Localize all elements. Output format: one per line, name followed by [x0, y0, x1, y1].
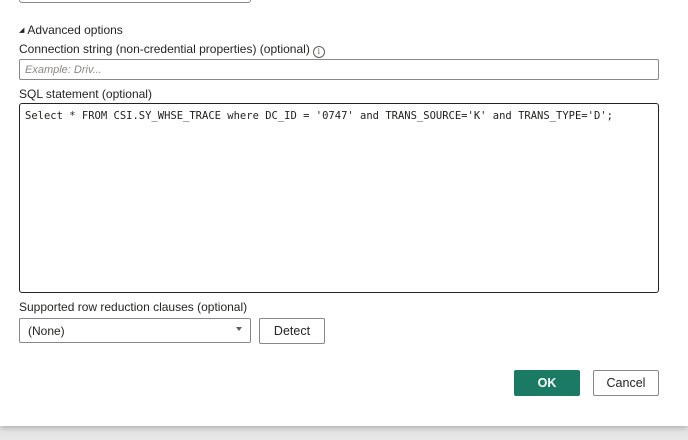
- collapse-triangle-icon: ◢: [19, 27, 25, 34]
- sql-statement-label: SQL statement (optional): [19, 87, 152, 101]
- detect-button[interactable]: Detect: [259, 318, 325, 344]
- advanced-options-label: Advanced options: [27, 23, 123, 37]
- advanced-options-toggle[interactable]: ◢ Advanced options: [19, 22, 123, 38]
- cancel-button[interactable]: Cancel: [593, 370, 659, 396]
- row-reduction-selected-value: (None): [28, 323, 65, 338]
- row-reduction-select[interactable]: (None): [19, 318, 251, 343]
- connection-string-input[interactable]: [19, 59, 659, 80]
- ok-button[interactable]: OK: [514, 370, 580, 396]
- connection-string-label: Connection string (non-credential proper…: [19, 42, 325, 58]
- advanced-options-dialog: ◢ Advanced options Connection string (no…: [0, 0, 688, 426]
- previous-field-edge[interactable]: [19, 0, 251, 3]
- info-icon[interactable]: i: [312, 46, 325, 58]
- sql-statement-textarea[interactable]: Select * FROM CSI.SY_WHSE_TRACE where DC…: [19, 103, 659, 293]
- connection-string-label-text: Connection string (non-credential proper…: [19, 42, 310, 56]
- chevron-down-icon: [236, 327, 242, 331]
- row-reduction-label: Supported row reduction clauses (optiona…: [19, 300, 248, 314]
